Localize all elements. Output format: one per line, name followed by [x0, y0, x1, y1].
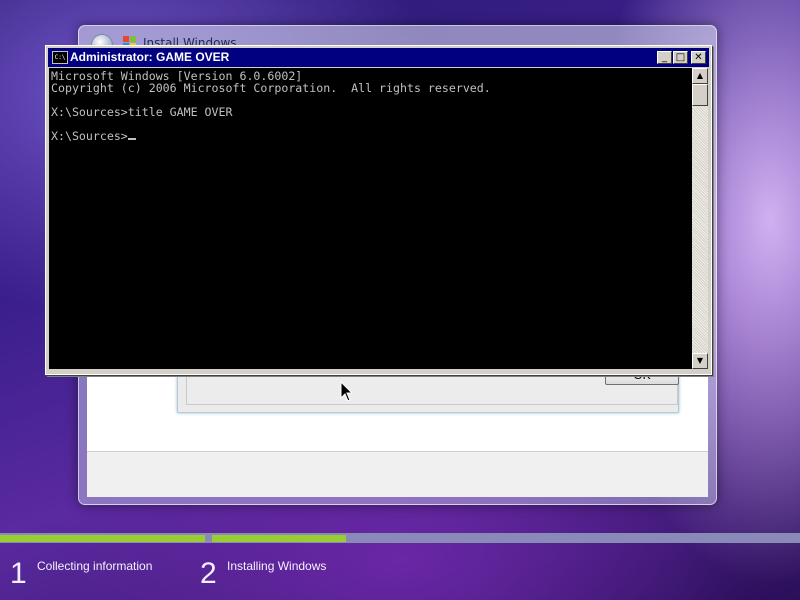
console-output[interactable]: Microsoft Windows [Version 6.0.6002] Cop…: [49, 68, 692, 369]
cmd-icon[interactable]: C:\: [52, 51, 68, 64]
scroll-down-arrow-icon[interactable]: ▼: [692, 353, 708, 369]
mouse-pointer-icon: [340, 381, 354, 402]
console-prompt: X:\Sources>: [51, 129, 128, 143]
text-cursor: [127, 138, 136, 140]
progress-step-1-fill: [0, 535, 205, 542]
console-line: Copyright (c) 2006 Microsoft Corporation…: [51, 81, 491, 95]
step-2-label: Installing Windows: [227, 559, 327, 573]
scroll-up-arrow-icon[interactable]: ▲: [692, 68, 708, 84]
maximize-button[interactable]: □: [673, 51, 688, 64]
close-button[interactable]: ✕: [691, 51, 706, 64]
cmd-title: Administrator: GAME OVER: [70, 50, 230, 64]
step-1-label: Collecting information: [37, 559, 153, 573]
cmd-titlebar[interactable]: C:\ Administrator: GAME OVER _ □ ✕: [48, 48, 709, 67]
install-footer: [87, 451, 708, 497]
progress-step-2-fill: [212, 535, 346, 542]
step-2-number: 2: [200, 557, 217, 590]
console-prompt-line[interactable]: X:\Sources>: [51, 130, 692, 142]
command-prompt-window[interactable]: C:\ Administrator: GAME OVER _ □ ✕ Micro…: [45, 45, 712, 375]
step-1-number: 1: [10, 557, 27, 590]
scrollbar-thumb[interactable]: [692, 84, 708, 106]
console-line: X:\Sources>title GAME OVER: [51, 105, 233, 119]
vertical-scrollbar[interactable]: ▲ ▼: [692, 68, 708, 369]
minimize-button[interactable]: _: [657, 51, 672, 64]
setup-progress-track: [0, 533, 800, 543]
